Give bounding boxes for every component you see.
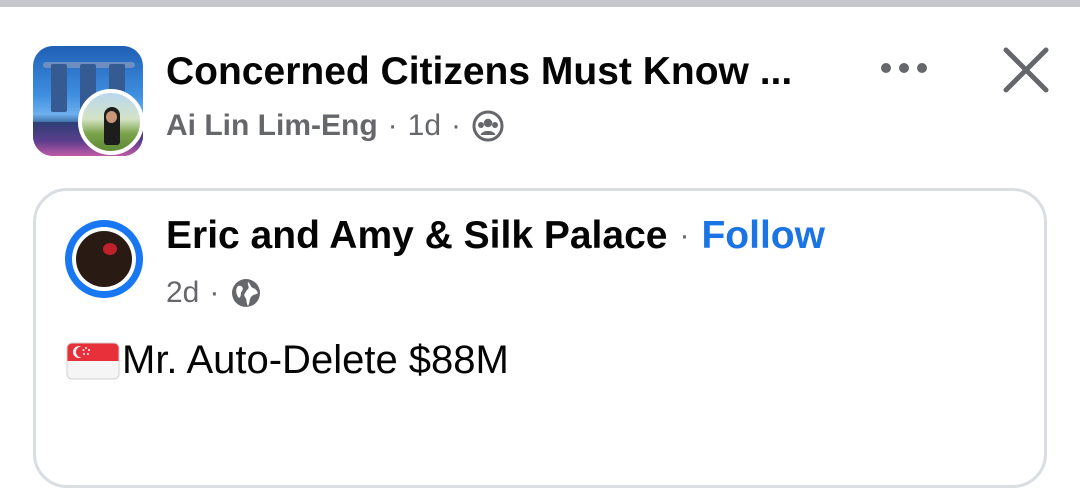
page-separator: · <box>679 219 690 252</box>
group-audience-icon[interactable] <box>471 109 505 143</box>
close-icon <box>1003 47 1049 93</box>
more-horizontal-icon <box>881 63 891 73</box>
meta-separator: · <box>387 109 398 142</box>
top-divider <box>0 0 1080 12</box>
post-time[interactable]: 1d <box>408 109 441 143</box>
shared-post-time[interactable]: 2d <box>166 276 199 310</box>
post-meta: Ai Lin Lim-Eng · 1d · <box>166 109 505 143</box>
meta-separator: · <box>451 109 462 142</box>
singapore-flag-icon <box>66 342 120 379</box>
follow-button[interactable]: Follow <box>701 214 824 258</box>
page-name[interactable]: Eric and Amy & Silk Palace <box>166 214 667 258</box>
close-button[interactable] <box>998 42 1054 98</box>
post-body: Mr. Auto-Delete $88M <box>122 338 509 382</box>
shared-page-header: Eric and Amy & Silk Palace · Follow <box>166 214 825 258</box>
meta-separator: · <box>209 276 220 309</box>
globe-icon[interactable] <box>229 276 263 310</box>
author-avatar[interactable] <box>78 89 144 155</box>
more-options-button[interactable] <box>872 48 936 88</box>
shared-post-text: Mr. Auto-Delete $88M <box>66 338 509 383</box>
group-title[interactable]: Concerned Citizens Must Know ... <box>166 50 792 94</box>
shared-post-meta: 2d · <box>166 276 263 310</box>
page-avatar[interactable] <box>65 220 143 298</box>
author-name[interactable]: Ai Lin Lim-Eng <box>166 109 378 143</box>
